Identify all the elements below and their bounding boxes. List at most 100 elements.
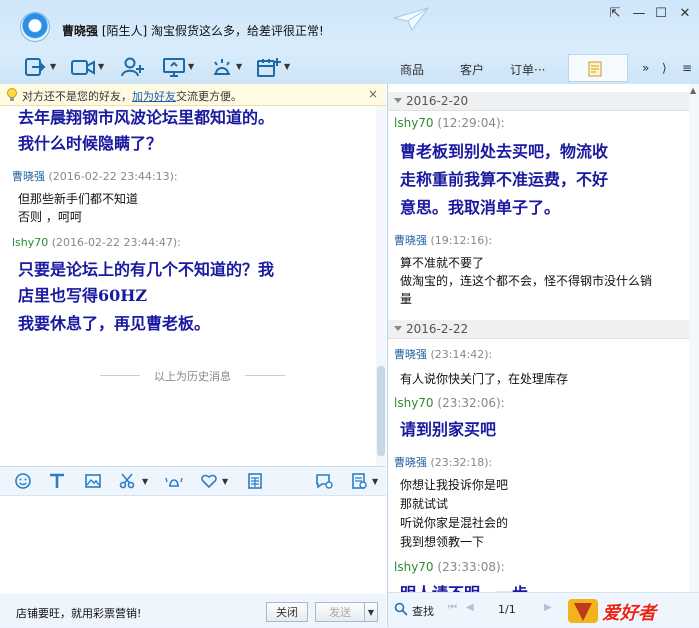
font-icon[interactable] bbox=[48, 472, 66, 490]
shake-icon[interactable] bbox=[164, 472, 184, 490]
chat-settings-icon[interactable] bbox=[314, 472, 334, 490]
send-options-button[interactable]: ▼ bbox=[364, 602, 378, 622]
message-header: 曹晓强 (2016-02-22 23:44:13): bbox=[12, 168, 178, 184]
lightbulb-icon bbox=[7, 88, 17, 101]
message-record-list: 2016-2-20 lshy70 (12:29:04): 曹老板到别处去买吧，物… bbox=[388, 84, 689, 592]
chevron-down-icon[interactable]: ▼ bbox=[98, 62, 104, 71]
arrow-right-icon[interactable]: ⟩ bbox=[662, 61, 667, 75]
message-line: 只要是论坛上的有几个不知道的？我 bbox=[18, 260, 275, 279]
sender-name: lshy70 bbox=[394, 116, 434, 130]
skin-icon[interactable]: ⇱ bbox=[606, 6, 624, 22]
image-icon[interactable] bbox=[84, 472, 102, 490]
avatar[interactable] bbox=[20, 12, 50, 42]
scrollbar[interactable]: ▲ bbox=[689, 84, 699, 592]
more-tabs-icon[interactable]: » bbox=[642, 61, 649, 75]
close-icon[interactable]: × bbox=[368, 87, 378, 101]
chevron-down-icon[interactable]: ▼ bbox=[222, 477, 228, 486]
message-line: 做淘宝的，连这个都不会，怪不得钢市没什么销 bbox=[400, 274, 653, 288]
message-header: lshy70 (23:33:08): bbox=[394, 560, 505, 574]
sender-name: lshy70 bbox=[12, 236, 49, 249]
emoji-icon[interactable] bbox=[14, 472, 32, 490]
message-line: 明人请不明，一步 bbox=[400, 582, 528, 592]
scissors-icon[interactable] bbox=[118, 472, 136, 490]
chevron-down-icon[interactable]: ▼ bbox=[188, 62, 194, 71]
chevron-down-icon[interactable]: ▼ bbox=[236, 62, 242, 71]
calculator-icon[interactable] bbox=[246, 472, 264, 490]
message-header: 曹晓强 (23:14:42): bbox=[394, 346, 492, 362]
prev-page-icon[interactable]: ◀ bbox=[466, 602, 474, 613]
screen-share-button[interactable] bbox=[162, 56, 186, 80]
message-line: 你想让我投诉你是吧 bbox=[400, 478, 509, 492]
heart-icon[interactable] bbox=[200, 472, 218, 490]
add-friend-link[interactable]: 加为好友 bbox=[132, 90, 176, 103]
remote-assist-button[interactable] bbox=[210, 56, 234, 80]
chevron-down-icon[interactable]: ▼ bbox=[142, 477, 148, 486]
message-line: 那就试试 bbox=[400, 497, 449, 511]
message-time: (2016-02-22 23:44:13): bbox=[48, 170, 178, 183]
app-plus-button[interactable] bbox=[256, 56, 282, 80]
toolbar: ▼ ▼ ▼ ▼ ▼ 商品 客户 订单··· » ⟩ ≡ bbox=[0, 52, 699, 84]
scroll-up-icon[interactable]: ▲ bbox=[690, 86, 696, 95]
message-line: 算不准就不要了 bbox=[400, 256, 485, 270]
message-time: (2016-02-22 23:44:47): bbox=[51, 236, 181, 249]
message-time: (23:32:06): bbox=[437, 396, 505, 410]
close-chat-button[interactable]: 关闭 bbox=[266, 602, 308, 622]
search-icon[interactable] bbox=[394, 602, 408, 616]
record-footer: 查找 ⏮ ◀ 1/1 ▶ 爱好者 bbox=[388, 592, 699, 627]
message-line: 请到别家买吧 bbox=[400, 420, 497, 439]
tab-goods[interactable]: 商品 bbox=[400, 61, 424, 78]
message-line: 曹老板到别处去买吧，物流收 bbox=[400, 142, 609, 161]
video-call-button[interactable] bbox=[70, 56, 96, 80]
input-toolbar: ▼ ▼ ▼ bbox=[0, 466, 386, 496]
send-button[interactable]: 发送 bbox=[315, 602, 365, 622]
message-time: (23:32:18): bbox=[430, 456, 493, 469]
chevron-down-icon[interactable]: ▼ bbox=[50, 62, 56, 71]
transfer-file-button[interactable] bbox=[24, 56, 46, 80]
page-indicator: 1/1 bbox=[498, 603, 516, 616]
maximize-button[interactable]: ☐ bbox=[652, 6, 670, 22]
message-header: lshy70 (2016-02-22 23:44:47): bbox=[12, 236, 181, 249]
message-input[interactable] bbox=[0, 496, 386, 594]
tab-customer[interactable]: 客户 bbox=[460, 61, 484, 78]
date-group-header[interactable]: 2016-2-22 bbox=[388, 320, 689, 339]
message-line: 店里也写得60HZ bbox=[18, 286, 148, 305]
message-line: 但那些新手们都不知道 bbox=[18, 192, 139, 206]
paper-plane-icon bbox=[393, 7, 430, 31]
transfer-icon bbox=[25, 58, 46, 76]
message-time: (23:14:42): bbox=[430, 348, 493, 361]
close-button[interactable]: ✕ bbox=[676, 6, 694, 22]
next-page-icon[interactable]: ▶ bbox=[544, 602, 552, 613]
scrollbar-thumb[interactable] bbox=[377, 366, 385, 456]
app-plus-icon bbox=[257, 58, 281, 77]
chevron-down-icon[interactable]: ▼ bbox=[372, 477, 378, 486]
message-time: (12:29:04): bbox=[437, 116, 505, 130]
search-label[interactable]: 查找 bbox=[412, 603, 434, 619]
history-pane: 2016-2-20 lshy70 (12:29:04): 曹老板到别处去买吧，物… bbox=[388, 84, 699, 627]
remote-assist-icon bbox=[214, 59, 230, 75]
history-separator: 以上为历史消息 bbox=[100, 368, 285, 384]
chevron-down-icon[interactable]: ▼ bbox=[284, 62, 290, 71]
contact-name: 曹晓强 bbox=[62, 24, 99, 38]
notice-suffix: 交流更方便。 bbox=[176, 90, 242, 103]
menu-icon[interactable]: ≡ bbox=[682, 61, 692, 75]
message-record-icon[interactable] bbox=[350, 472, 368, 490]
title-bar: 曹晓强 [陌生人] 淘宝假货这么多，给差评很正常! ⇱ — ☐ ✕ bbox=[0, 0, 699, 52]
minimize-button[interactable]: — bbox=[630, 6, 648, 22]
friend-notice: 对方还不是您的好友，加为好友交流更方便。 × bbox=[0, 84, 386, 106]
message-line: 我到想领教一下 bbox=[400, 535, 485, 549]
tab-notes[interactable] bbox=[568, 54, 628, 82]
message-line: 走称重前我算不准运费，不好 bbox=[400, 170, 609, 189]
add-contact-button[interactable] bbox=[120, 56, 146, 80]
add-user-icon bbox=[121, 57, 144, 77]
message-header: 曹晓强 (23:32:18): bbox=[394, 454, 492, 470]
promo-text[interactable]: 店铺要旺，就用彩票营销! bbox=[16, 605, 141, 621]
message-time: (19:12:16): bbox=[430, 234, 493, 247]
date-group-header[interactable]: 2016-2-20 bbox=[388, 92, 689, 111]
chevron-down-icon bbox=[394, 98, 402, 103]
logo-text: 爱好者 bbox=[602, 603, 656, 624]
scrollbar[interactable] bbox=[376, 106, 386, 466]
tab-order[interactable]: 订单··· bbox=[510, 61, 545, 78]
first-page-icon[interactable]: ⏮ bbox=[448, 602, 457, 613]
sender-name: 曹晓强 bbox=[394, 348, 427, 361]
bottom-bar: 店铺要旺，就用彩票营销! 关闭 发送 ▼ bbox=[0, 594, 386, 627]
